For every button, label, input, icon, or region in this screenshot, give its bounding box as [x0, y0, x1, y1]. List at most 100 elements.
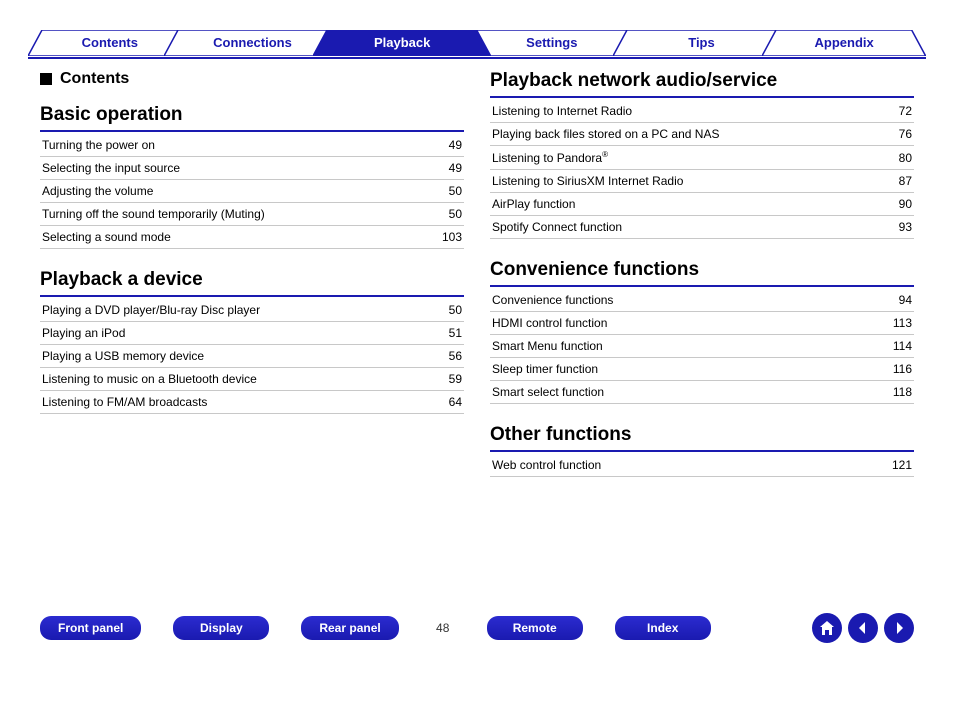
tabs-baseline	[28, 57, 926, 59]
toc-row[interactable]: HDMI control function 113	[490, 312, 914, 335]
toc-label: Turning the power on	[42, 138, 155, 152]
section-title: Other functions	[490, 424, 914, 452]
toc-row[interactable]: Smart Menu function 114	[490, 335, 914, 358]
toc-page: 50	[449, 184, 462, 198]
toc-label: Sleep timer function	[492, 362, 598, 376]
toc-page: 116	[893, 362, 912, 376]
tab-label: Contents	[82, 35, 138, 50]
toc-page: 49	[449, 161, 462, 175]
contents-heading: Contents	[40, 70, 464, 88]
section-gap	[490, 404, 914, 424]
tab-label: Appendix	[815, 35, 874, 50]
page-number: 48	[431, 621, 455, 635]
section-title: Playback a device	[40, 269, 464, 297]
home-icon	[819, 620, 835, 636]
section-gap	[490, 477, 914, 497]
toc-page: 50	[449, 207, 462, 221]
back-icon	[855, 620, 871, 636]
toc-row[interactable]: Adjusting the volume 50	[40, 180, 464, 203]
toc-row[interactable]: Playing a USB memory device 56	[40, 345, 464, 368]
toc-label: Spotify Connect function	[492, 220, 622, 234]
toc-label: AirPlay function	[492, 197, 575, 211]
index-button[interactable]: Index	[615, 616, 711, 640]
registered-mark: ®	[602, 150, 608, 159]
toc-row[interactable]: Selecting a sound mode 103	[40, 226, 464, 249]
toc-row[interactable]: Listening to music on a Bluetooth device…	[40, 368, 464, 391]
toc-label: Selecting the input source	[42, 161, 180, 175]
toc-row[interactable]: Playing a DVD player/Blu-ray Disc player…	[40, 299, 464, 322]
toc-label: Web control function	[492, 458, 601, 472]
toc-label: Turning off the sound temporarily (Mutin…	[42, 207, 265, 221]
home-button[interactable]	[812, 613, 842, 643]
toc-row[interactable]: Playing an iPod51	[40, 322, 464, 345]
toc-page: 50	[449, 303, 462, 317]
toc-label: Playing a USB memory device	[42, 349, 204, 363]
nav-icons	[812, 613, 914, 643]
tab-label: Connections	[213, 35, 292, 50]
toc-row[interactable]: Web control function 121	[490, 454, 914, 477]
back-button[interactable]	[848, 613, 878, 643]
toc-page: 118	[893, 385, 912, 399]
section-gap	[40, 249, 464, 269]
toc-row[interactable]: Turning the power on 49	[40, 134, 464, 157]
toc-label: Smart Menu function	[492, 339, 603, 353]
toc-page: 114	[893, 339, 912, 353]
toc-label: Playing back files stored on a PC and NA…	[492, 127, 719, 141]
tab-appendix[interactable]: Appendix	[762, 30, 926, 56]
toc-row[interactable]: Playing back files stored on a PC and NA…	[490, 123, 914, 146]
toc-page: 56	[449, 349, 462, 363]
toc-label: Listening to SiriusXM Internet Radio	[492, 174, 683, 188]
tab-label: Settings	[526, 35, 577, 50]
top-tabs: Contents Connections Playback Settings Tips A…	[28, 30, 926, 58]
section-gap	[490, 239, 914, 259]
toc-page: 76	[899, 127, 912, 141]
toc-row[interactable]: AirPlay function 90	[490, 193, 914, 216]
content-columns: Contents Basic operationTurning the powe…	[40, 70, 914, 497]
toc-page: 113	[893, 316, 912, 330]
toc-label: Convenience functions	[492, 293, 613, 307]
toc-row[interactable]: Listening to Pandora®80	[490, 146, 914, 170]
footer: Front panel Display Rear panel 48 Remote Inde…	[0, 611, 954, 645]
toc-label: Listening to Internet Radio	[492, 104, 632, 118]
section-gap	[40, 414, 464, 434]
toc-label: HDMI control function	[492, 316, 607, 330]
toc-page: 80	[899, 151, 912, 165]
toc-label: Selecting a sound mode	[42, 230, 171, 244]
display-button[interactable]: Display	[173, 616, 269, 640]
section-title: Basic operation	[40, 104, 464, 132]
toc-page: 64	[449, 395, 462, 409]
toc-row[interactable]: Turning off the sound temporarily (Mutin…	[40, 203, 464, 226]
tab-label: Tips	[688, 35, 715, 50]
toc-page: 103	[442, 230, 462, 244]
forward-button[interactable]	[884, 613, 914, 643]
remote-button[interactable]: Remote	[487, 616, 583, 640]
toc-row[interactable]: Spotify Connect function 93	[490, 216, 914, 239]
toc-page: 121	[892, 458, 912, 472]
toc-page: 93	[899, 220, 912, 234]
toc-page: 72	[899, 104, 912, 118]
toc-row[interactable]: Convenience functions 94	[490, 289, 914, 312]
toc-label: Listening to music on a Bluetooth device	[42, 372, 257, 386]
toc-label: Listening to FM/AM broadcasts	[42, 395, 207, 409]
toc-row[interactable]: Smart select function 118	[490, 381, 914, 404]
tab-playback[interactable]: Playback	[313, 30, 491, 56]
toc-row[interactable]: Sleep timer function 116	[490, 358, 914, 381]
contents-label: Contents	[60, 70, 129, 88]
left-column: Contents Basic operationTurning the powe…	[40, 70, 464, 497]
toc-row[interactable]: Selecting the input source 49	[40, 157, 464, 180]
toc-page: 51	[449, 326, 462, 340]
toc-page: 49	[449, 138, 462, 152]
toc-row[interactable]: Listening to SiriusXM Internet Radio87	[490, 170, 914, 193]
front-panel-button[interactable]: Front panel	[40, 616, 141, 640]
toc-label: Adjusting the volume	[42, 184, 153, 198]
toc-label: Smart select function	[492, 385, 604, 399]
toc-page: 90	[899, 197, 912, 211]
rear-panel-button[interactable]: Rear panel	[301, 616, 398, 640]
right-column: Playback network audio/serviceListening …	[490, 70, 914, 497]
toc-row[interactable]: Listening to Internet Radio 72	[490, 100, 914, 123]
toc-page: 59	[449, 372, 462, 386]
section-title: Convenience functions	[490, 259, 914, 287]
toc-row[interactable]: Listening to FM/AM broadcasts 64	[40, 391, 464, 414]
tab-label: Playback	[374, 35, 430, 50]
toc-page: 94	[899, 293, 912, 307]
